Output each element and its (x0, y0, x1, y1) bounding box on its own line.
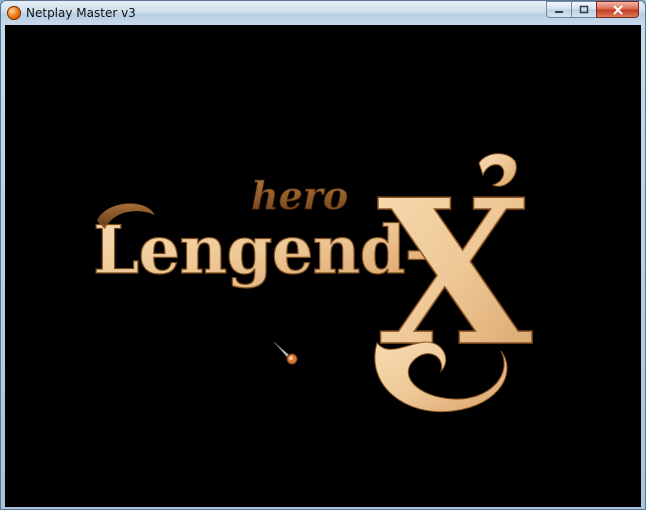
minimize-button[interactable] (546, 1, 572, 18)
close-icon (612, 4, 623, 15)
game-logo: hero Lengend- X (92, 153, 533, 413)
window-title: Netplay Master v3 (26, 6, 136, 20)
minimize-icon (555, 10, 563, 13)
maximize-button[interactable] (571, 1, 597, 18)
orange-orb-icon[interactable] (7, 6, 21, 20)
maximize-icon (579, 5, 589, 14)
window-controls (546, 1, 639, 18)
sword-cursor-icon (273, 341, 298, 365)
app-window: Netplay Master v3 hero Lengend- X (0, 0, 646, 510)
game-canvas[interactable]: hero Lengend- X (5, 25, 641, 507)
title-bar[interactable]: Netplay Master v3 (1, 1, 645, 25)
close-button[interactable] (596, 1, 639, 18)
